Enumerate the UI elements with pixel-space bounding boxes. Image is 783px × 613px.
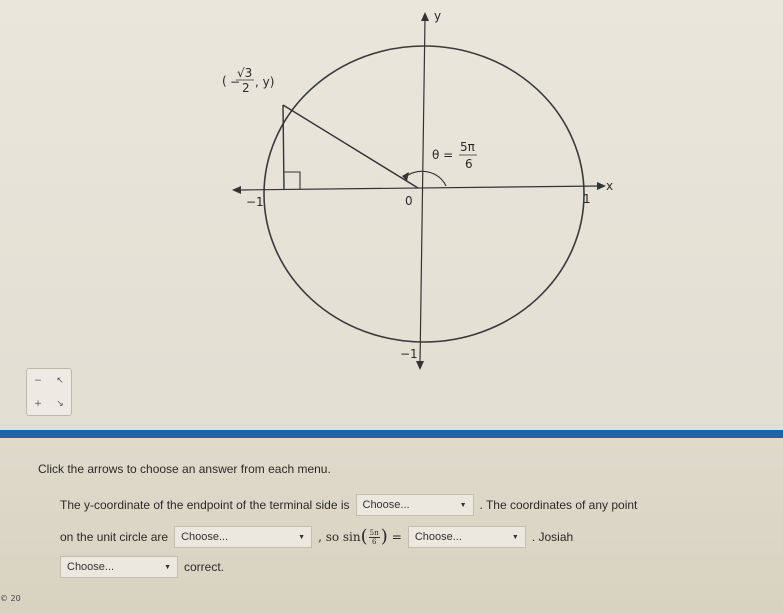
angle-label-theta: θ = xyxy=(432,148,453,162)
y-axis-bottom-arrow xyxy=(416,361,424,370)
zoom-out-icon[interactable]: − xyxy=(27,369,49,392)
line2-so-text: , so sin xyxy=(318,530,361,544)
sin-expression: , so sin ( 5π 6 ) = xyxy=(318,528,402,546)
dropdown-value: Choose... xyxy=(181,531,229,543)
josiah-correct-dropdown[interactable]: Choose... ▼ xyxy=(60,556,178,578)
x-axis-left-arrow xyxy=(232,186,241,194)
sin-fraction-den: 6 xyxy=(371,537,377,546)
y-axis-top-arrow xyxy=(421,12,429,21)
zoom-in-icon[interactable]: + xyxy=(27,392,49,415)
copyright-fragment: © 20 xyxy=(0,594,21,603)
one-x-label: 1 xyxy=(583,192,591,206)
x-axis-label: x xyxy=(606,179,613,193)
equals-sign: = xyxy=(391,530,402,544)
x-axis xyxy=(237,185,601,191)
expand-icon[interactable]: ↖ xyxy=(49,369,71,392)
line2-before-text: on the unit circle are xyxy=(60,530,169,544)
terminal-side xyxy=(282,104,419,189)
line3-after-text: correct. xyxy=(184,560,225,574)
close-paren: ) xyxy=(380,526,388,547)
instruction-line: Click the arrows to choose an answer fro… xyxy=(38,462,331,476)
line1-after-text: . The coordinates of any point xyxy=(479,498,638,512)
line1-before-text: The y-coordinate of the endpoint of the … xyxy=(60,498,350,512)
chevron-down-icon: ▼ xyxy=(459,501,467,509)
graph-toolbox: − ↖ + ↘ xyxy=(26,368,72,416)
line2-after-text: . Josiah xyxy=(531,530,574,544)
point-label-open: ( xyxy=(222,74,227,88)
collapse-icon[interactable]: ↘ xyxy=(49,392,71,415)
chevron-down-icon: ▼ xyxy=(164,563,171,571)
origin-label: 0 xyxy=(405,194,413,208)
chevron-down-icon: ▼ xyxy=(298,533,306,541)
dropdown-value: Choose... xyxy=(67,561,115,573)
point-label-den: 2 xyxy=(242,81,250,95)
section-divider xyxy=(0,430,783,438)
coordinates-dropdown[interactable]: Choose... ▼ xyxy=(174,526,313,548)
right-angle-marker xyxy=(284,171,301,189)
dropdown-value: Choose... xyxy=(414,531,462,543)
point-label-num: √3 xyxy=(237,66,252,80)
y-axis xyxy=(419,17,426,365)
point-label: ( − √3 2 , y) xyxy=(222,66,274,95)
angle-label: θ = 5π 6 xyxy=(432,140,477,171)
y-axis-label: y xyxy=(434,9,441,23)
question-line-2: on the unit circle are Choose... ▼ , so … xyxy=(60,526,573,548)
question-line-3: Choose... ▼ correct. xyxy=(60,556,224,578)
angle-label-den: 6 xyxy=(465,157,473,171)
dropdown-value: Choose... xyxy=(362,499,410,511)
sin-fraction-num: 5π xyxy=(368,528,380,538)
unit-circle-figure: ( − √3 2 , y) θ = 5π 6 y x −1 1 0 −1 − ↖… xyxy=(0,0,783,430)
question-panel: Click the arrows to choose an answer fro… xyxy=(0,438,783,613)
sin-fraction: 5π 6 xyxy=(368,528,380,546)
instruction-text: Click the arrows to choose an answer fro… xyxy=(38,462,331,476)
chevron-down-icon: ▼ xyxy=(511,533,519,541)
y-coordinate-dropdown[interactable]: Choose... ▼ xyxy=(355,494,474,516)
point-label-rest: , y) xyxy=(255,75,274,89)
neg-one-x-label: −1 xyxy=(246,195,264,209)
angle-label-num: 5π xyxy=(460,140,475,154)
x-axis-right-arrow xyxy=(597,182,606,190)
question-line-1: The y-coordinate of the endpoint of the … xyxy=(60,494,637,516)
sin-value-dropdown[interactable]: Choose... ▼ xyxy=(407,526,526,548)
unit-circle-graph: ( − √3 2 , y) θ = 5π 6 y x −1 1 0 −1 xyxy=(222,9,613,370)
triangle-vertical-leg xyxy=(282,104,285,191)
neg-one-y-label: −1 xyxy=(400,347,418,361)
open-paren: ( xyxy=(360,526,368,547)
